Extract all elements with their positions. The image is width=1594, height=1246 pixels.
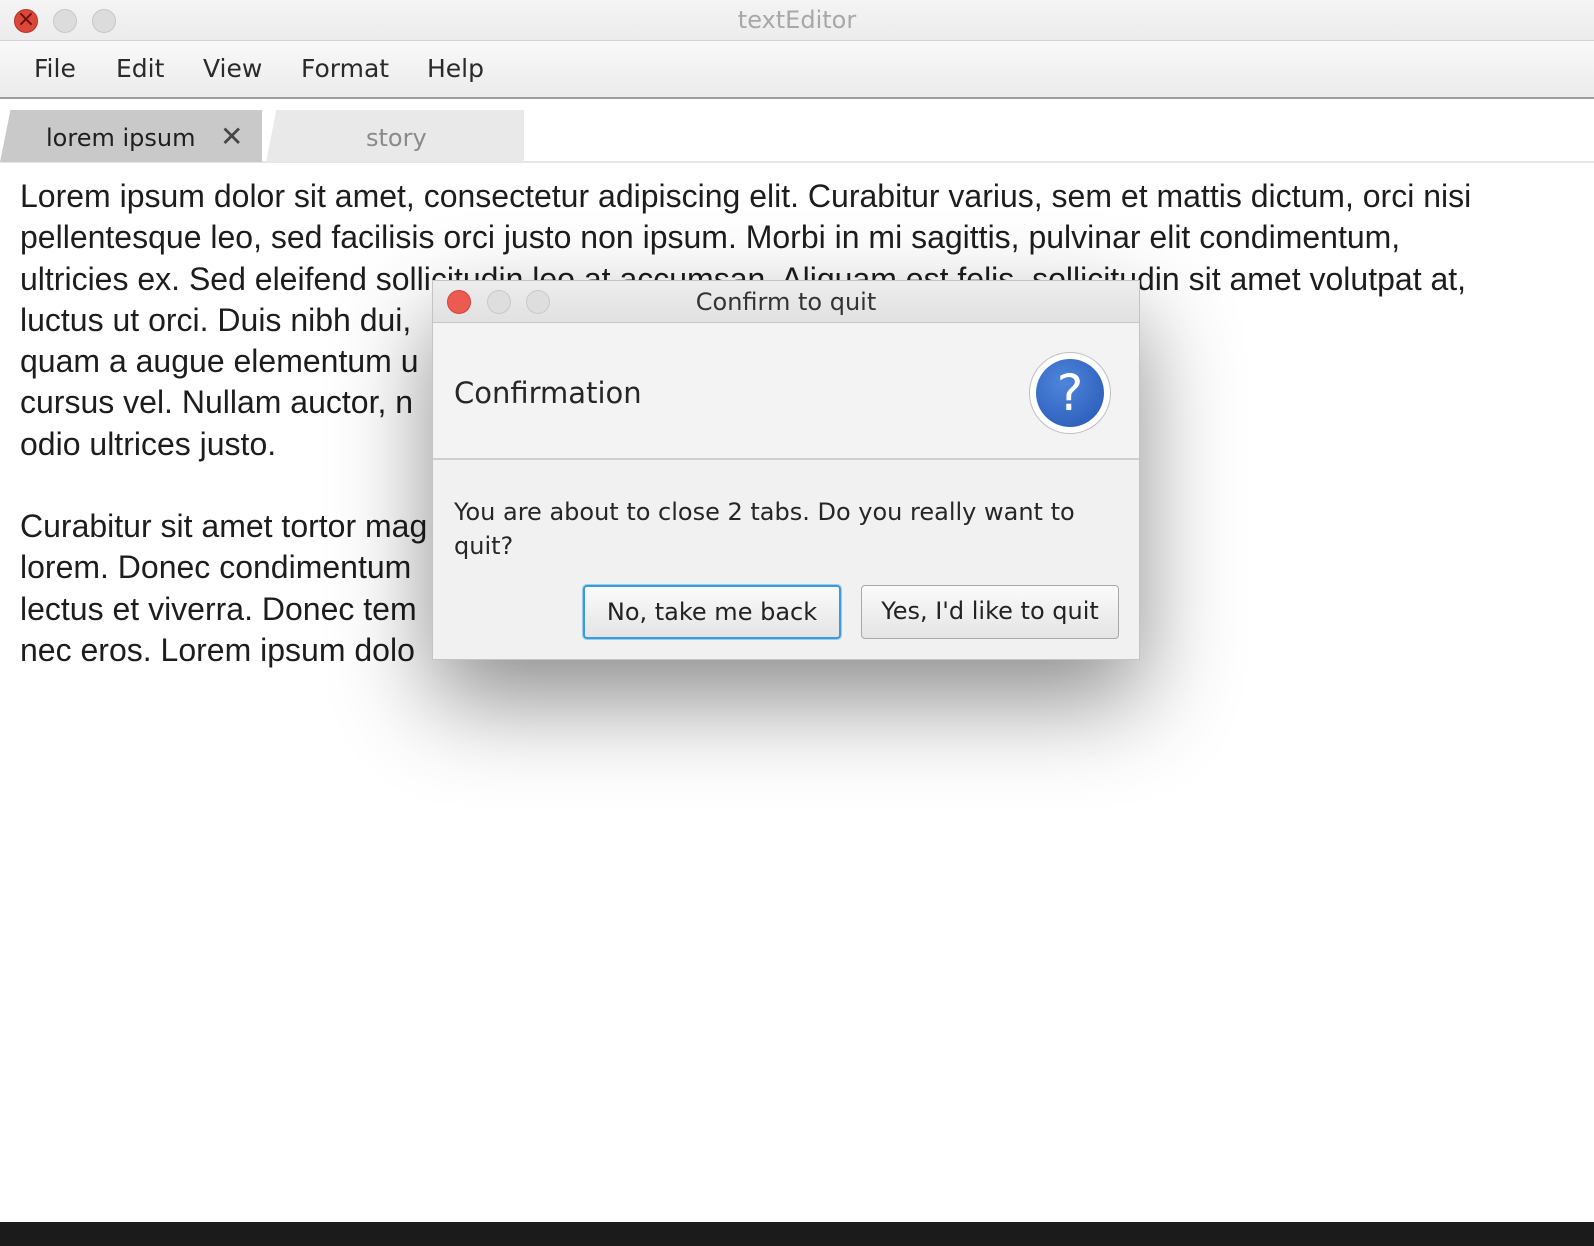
confirm-quit-dialog: Confirm to quit Confirmation ? You are a… xyxy=(432,280,1140,660)
window-bottom-edge xyxy=(0,1222,1594,1246)
menubar: File Edit View Format Help xyxy=(0,41,1594,99)
menu-file[interactable]: File xyxy=(34,54,76,83)
help-question-icon: ? xyxy=(1029,352,1111,434)
tab-lorem-ipsum[interactable]: lorem ipsum ✕ xyxy=(0,110,262,162)
menu-help[interactable]: Help xyxy=(427,54,484,83)
yes-quit-button[interactable]: Yes, I'd like to quit xyxy=(861,585,1119,639)
window-title: textEditor xyxy=(737,6,857,34)
dialog-message: You are about to close 2 tabs. Do you re… xyxy=(454,498,1075,560)
tab-label: story xyxy=(366,124,427,152)
dialog-header: Confirmation ? xyxy=(433,324,1139,460)
text-line: pellentesque leo, sed facilisis orci jus… xyxy=(20,219,1401,256)
window-titlebar: textEditor xyxy=(0,0,1594,41)
menu-view[interactable]: View xyxy=(203,54,262,83)
text-line: Lorem ipsum dolor sit amet, consectetur … xyxy=(20,178,1472,214)
dialog-titlebar: Confirm to quit xyxy=(433,281,1139,323)
no-take-me-back-button[interactable]: No, take me back xyxy=(583,585,841,639)
dialog-heading: Confirmation xyxy=(454,376,642,410)
menu-edit[interactable]: Edit xyxy=(116,54,164,83)
tab-label: lorem ipsum xyxy=(46,124,196,152)
menu-format[interactable]: Format xyxy=(301,54,389,83)
dialog-title: Confirm to quit xyxy=(695,288,877,316)
tab-close-icon[interactable]: ✕ xyxy=(220,120,243,153)
tab-story[interactable]: story xyxy=(266,110,524,162)
tab-strip: lorem ipsum ✕ story xyxy=(0,99,1594,163)
